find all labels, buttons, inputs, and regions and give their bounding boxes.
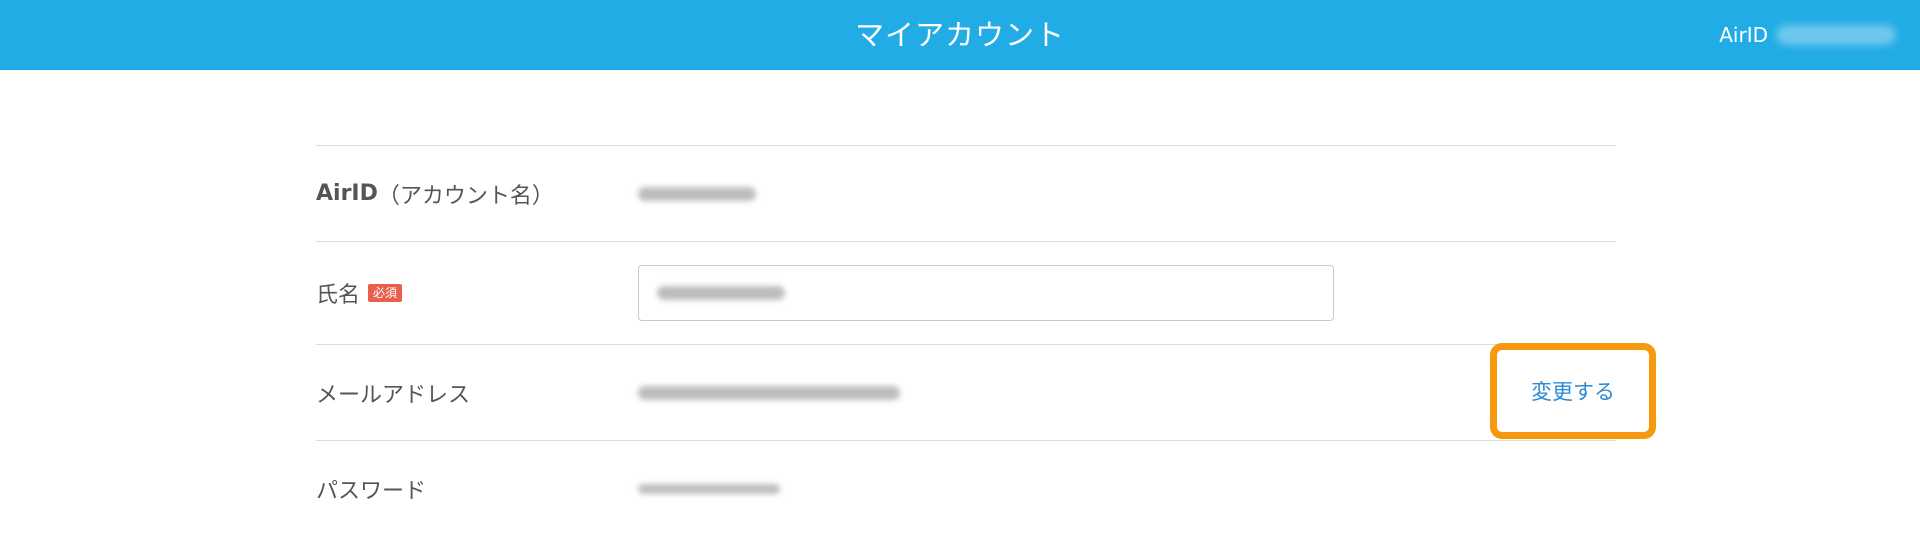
- airid-value-redacted: [638, 186, 756, 201]
- email-value-redacted: [638, 385, 900, 400]
- email-change-highlight: 変更する: [1490, 343, 1656, 439]
- name-value-redacted: [657, 286, 785, 300]
- airid-label-bold: AirID: [316, 181, 378, 206]
- account-form: AirID （アカウント名） 氏名 必須 メールアドレス 変更する パスワード: [316, 145, 1656, 536]
- airid-label-suffix: （アカウント名）: [377, 183, 554, 209]
- name-row: 氏名 必須: [316, 241, 1616, 344]
- email-change-link[interactable]: 変更する: [1531, 376, 1615, 406]
- name-input[interactable]: [638, 265, 1334, 321]
- name-label: 氏名: [316, 283, 361, 308]
- airid-label: AirID （アカウント名）: [316, 178, 638, 210]
- password-value-masked: [638, 483, 780, 494]
- page-title: マイアカウント: [854, 18, 1065, 52]
- password-label: パスワード: [316, 478, 427, 504]
- app-header: マイアカウント AirID: [0, 0, 1920, 70]
- email-row: メールアドレス 変更する: [316, 343, 1656, 440]
- header-user-menu[interactable]: AirID: [1719, 0, 1896, 70]
- required-badge: 必須: [368, 284, 403, 302]
- airid-row: AirID （アカウント名）: [316, 145, 1616, 241]
- email-label: メールアドレス: [316, 382, 471, 408]
- user-id-prefix: AirID: [1719, 23, 1768, 47]
- name-label-wrap: 氏名 必須: [316, 277, 638, 309]
- password-row: パスワード: [316, 440, 1616, 536]
- user-id-redacted: [1776, 25, 1896, 45]
